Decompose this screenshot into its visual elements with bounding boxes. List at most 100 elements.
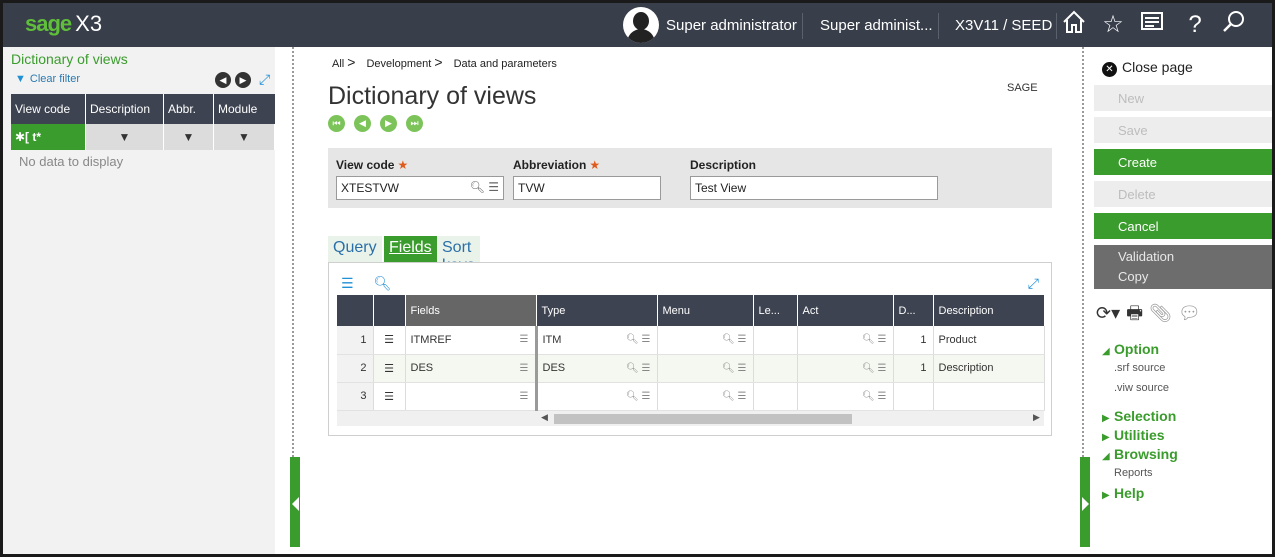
cell-d[interactable] [893,382,934,411]
next-icon[interactable]: ▶ [235,72,251,88]
cell-menu[interactable]: 🔍︎ ☰ [657,354,754,383]
row-menu-icon[interactable]: ☰ [373,326,406,355]
scroll-right-icon[interactable]: ▶ [1033,412,1040,423]
attachment-icon[interactable]: 📎︎ [1149,303,1172,323]
print-icon[interactable]: 🖶︎ [1126,303,1143,323]
lookup-icon[interactable]: 🔍︎ ☰ [626,334,650,345]
search-icon[interactable] [1218,9,1250,41]
cell-field[interactable]: DES ☰ [405,354,538,383]
next-record-icon[interactable]: ▶ [380,115,397,132]
lookup-icon[interactable]: 🔍︎ ☰ [722,363,746,374]
tab-sort-keys[interactable]: Sort keys [437,236,480,274]
cell-d[interactable]: 1 [893,354,934,383]
new-button[interactable]: New [1094,85,1272,111]
user-avatar-icon[interactable] [623,7,659,43]
previous-record-icon[interactable]: ◀ [354,115,371,132]
lookup-icon[interactable]: 🔍︎ ☰ [626,363,650,374]
row-menu-icon[interactable]: ☰ [373,382,406,411]
lookup-icon[interactable]: 🔍︎ ☰ [862,334,886,345]
refresh-icon[interactable]: ⟳▾ [1096,303,1120,323]
section-browsing[interactable]: ◢ Browsing [1102,446,1178,462]
cell-type[interactable]: DES 🔍︎ ☰ [536,354,658,383]
previous-icon[interactable]: ◀ [215,72,231,88]
lookup-icon[interactable]: 🔍︎ ☰ [722,391,746,402]
row-menu-icon[interactable]: ☰ [373,354,406,383]
lookup-icon[interactable]: ☰ [520,363,529,374]
section-help[interactable]: ▶ Help [1102,485,1144,501]
scrollbar-thumb[interactable] [554,414,852,424]
filter-icon[interactable]: ▼ [164,124,214,150]
cell-menu[interactable]: 🔍︎ ☰ [657,326,754,355]
column-header-d[interactable]: D... [893,295,934,326]
folder-selector[interactable]: X3V11 / SEED [955,17,1052,34]
section-utilities[interactable]: ▶ Utilities [1102,427,1165,443]
column-header-length[interactable]: Le... [753,295,798,326]
help-question-icon[interactable]: ? [1179,9,1211,41]
comment-icon[interactable]: 💬︎ [1178,303,1201,323]
lookup-icon[interactable]: 🔍︎ ☰ [626,391,650,402]
create-button[interactable]: Create [1094,149,1272,175]
sage-x3-logo[interactable]: sage X3 [25,11,102,37]
tab-fields[interactable]: Fields [384,236,437,262]
cell-length[interactable] [753,326,798,355]
column-header[interactable]: Abbr. [164,94,214,124]
cell-d[interactable]: 1 [893,326,934,355]
user-name[interactable]: Super administrator [666,17,797,34]
breadcrumb-item[interactable]: Data and parameters [454,58,557,70]
column-header-description[interactable]: Description [933,295,1045,326]
cell-description[interactable]: Description [933,354,1045,383]
section-option[interactable]: ◢ Option [1102,341,1159,357]
cell-description[interactable]: Product [933,326,1045,355]
validation-button[interactable]: Validation [1118,247,1272,267]
delete-button[interactable]: Delete [1094,181,1272,207]
grid-search-icon[interactable]: 🔍︎ [374,275,392,291]
breadcrumb-item[interactable]: Development [366,58,431,70]
left-splitter[interactable] [292,47,302,457]
cell-field[interactable]: ☰ [405,382,538,411]
favorites-star-icon[interactable]: ☆ [1097,9,1129,41]
role-selector[interactable]: Super administ... [820,17,933,34]
cell-field[interactable]: ITMREF ☰ [405,326,538,355]
cell-act[interactable]: 🔍︎ ☰ [797,354,894,383]
cell-menu[interactable]: 🔍︎ ☰ [657,382,754,411]
grid-expand-icon[interactable]: ⤢ [1028,275,1039,292]
cell-type[interactable]: ITM 🔍︎ ☰ [536,326,658,355]
column-header-menu[interactable]: Menu [657,295,754,326]
cell-length[interactable] [753,354,798,383]
clear-filter-link[interactable]: ▼ Clear filter [15,73,80,85]
section-selection[interactable]: ▶ Selection [1102,408,1176,424]
option-viw-source[interactable]: .viw source [1114,382,1169,394]
column-header-fields[interactable]: Fields [405,295,537,326]
view-code-field[interactable]: XTESTVW 🔍︎ ☰ [336,176,504,200]
cell-description[interactable] [933,382,1045,411]
lookup-icon[interactable]: ☰ [520,334,529,345]
first-record-icon[interactable]: ⏮ [328,115,345,132]
browsing-reports[interactable]: Reports [1114,467,1153,479]
cell-length[interactable] [753,382,798,411]
collapse-left-panel-handle[interactable] [290,457,300,547]
horizontal-scrollbar[interactable]: ◀ ▶ [337,411,1044,426]
column-header[interactable]: Module [214,94,275,124]
option-srf-source[interactable]: .srf source [1114,362,1165,374]
column-header[interactable]: Description [86,94,164,124]
filter-cell-view-code[interactable]: ✱[ t* [11,124,86,150]
copy-button[interactable]: Copy [1118,267,1272,287]
breadcrumb-item[interactable]: All [332,58,344,70]
collapse-right-panel-handle[interactable] [1080,457,1090,547]
lookup-icon[interactable]: 🔍︎ ☰ [862,391,886,402]
filter-icon[interactable]: ▼ [86,124,164,150]
column-header[interactable]: View code [11,94,86,124]
filter-icon[interactable]: ▼ [214,124,275,150]
lookup-icon[interactable]: ☰ [520,391,529,402]
close-page-button[interactable]: ✕ Close page [1102,59,1193,77]
cell-act[interactable]: 🔍︎ ☰ [797,326,894,355]
description-field[interactable]: Test View [690,176,938,200]
column-header-type[interactable]: Type [536,295,658,326]
scroll-left-icon[interactable]: ◀ [541,412,548,423]
cancel-button[interactable]: Cancel [1094,213,1272,239]
grid-menu-icon[interactable]: ☰ [341,275,354,291]
lookup-icons[interactable]: 🔍︎ ☰ [470,180,499,194]
lookup-icon[interactable]: 🔍︎ ☰ [722,334,746,345]
abbreviation-field[interactable]: TVW [513,176,661,200]
home-icon[interactable] [1058,9,1090,41]
